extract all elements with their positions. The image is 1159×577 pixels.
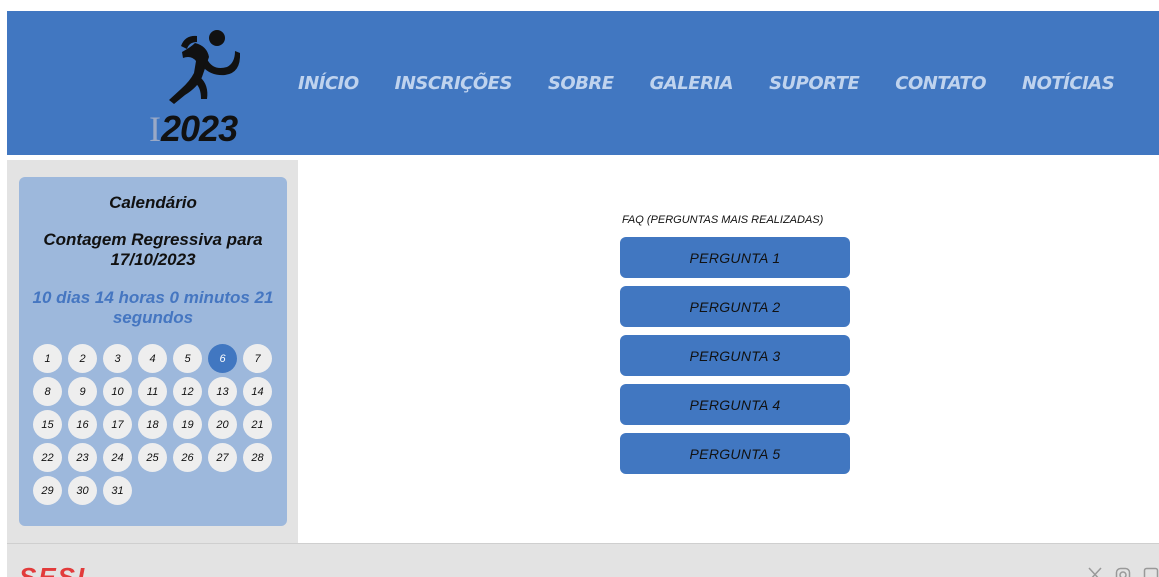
nav-inicio[interactable]: INÍCIO	[298, 73, 359, 94]
calendar-day[interactable]: 8	[33, 377, 62, 406]
logo-year: I2023	[149, 108, 238, 150]
facebook-icon[interactable]	[1143, 567, 1159, 577]
calendar-day[interactable]: 27	[208, 443, 237, 472]
calendar-day[interactable]: 20	[208, 410, 237, 439]
countdown-label: Contagem Regressiva para 17/10/2023	[43, 230, 263, 269]
nav-inscricoes[interactable]: INSCRIÇÕES	[395, 73, 513, 94]
calendar-day[interactable]: 5	[173, 344, 202, 373]
calendar-day[interactable]: 7	[243, 344, 272, 373]
sesi-logo-text: SESI	[19, 564, 139, 577]
calendar-card: Calendário Contagem Regressiva para 17/1…	[19, 177, 287, 526]
calendar-day[interactable]: 28	[243, 443, 272, 472]
faq-question-2[interactable]: PERGUNTA 2	[620, 286, 850, 327]
calendar-day[interactable]: 2	[68, 344, 97, 373]
faq-question-1[interactable]: PERGUNTA 1	[620, 237, 850, 278]
calendar-day[interactable]: 11	[138, 377, 167, 406]
nav-noticias[interactable]: NOTÍCIAS	[1022, 73, 1115, 94]
calendar-day[interactable]: 16	[68, 410, 97, 439]
calendar-day[interactable]: 22	[33, 443, 62, 472]
footer: SESI	[7, 543, 1159, 577]
calendar-day-today[interactable]: 6	[208, 344, 237, 373]
nav-sobre[interactable]: SOBRE	[548, 73, 614, 94]
calendar-day[interactable]: 13	[208, 377, 237, 406]
faq-title: FAQ (PERGUNTAS MAIS REALIZADAS)	[622, 214, 824, 226]
calendar-day[interactable]: 31	[103, 476, 132, 505]
calendar-day[interactable]: 24	[103, 443, 132, 472]
calendar-day[interactable]: 10	[103, 377, 132, 406]
calendar-day[interactable]: 14	[243, 377, 272, 406]
calendar-day[interactable]: 19	[173, 410, 202, 439]
instagram-icon[interactable]	[1115, 567, 1131, 577]
calendar-title: Calendário	[109, 193, 197, 212]
calendar-day[interactable]: 15	[33, 410, 62, 439]
sesi-logo[interactable]: SESI	[19, 564, 139, 577]
calendar-day[interactable]: 23	[68, 443, 97, 472]
calendar-day[interactable]: 12	[173, 377, 202, 406]
header: I2023 INÍCIO INSCRIÇÕES SOBRE GALERIA SU…	[7, 11, 1159, 155]
calendar-day[interactable]: 3	[103, 344, 132, 373]
nav-suporte[interactable]: SUPORTE	[769, 73, 860, 94]
nav-galeria[interactable]: GALERIA	[650, 73, 734, 94]
faq-list: PERGUNTA 1 PERGUNTA 2 PERGUNTA 3 PERGUNT…	[620, 237, 850, 482]
calendar-day[interactable]: 17	[103, 410, 132, 439]
logo-year-text: 2023	[161, 108, 238, 149]
calendar-day[interactable]: 1	[33, 344, 62, 373]
x-icon[interactable]	[1087, 567, 1103, 577]
main-nav: INÍCIO INSCRIÇÕES SOBRE GALERIA SUPORTE …	[298, 73, 1150, 94]
faq-question-4[interactable]: PERGUNTA 4	[620, 384, 850, 425]
calendar-day[interactable]: 18	[138, 410, 167, 439]
calendar-day[interactable]: 30	[68, 476, 97, 505]
calendar-day[interactable]: 29	[33, 476, 62, 505]
calendar-days: 1 2 3 4 5 6 7 8 9 10 11 12 13 14 15 16 17 18 19 20 21 22 23 24 2…	[33, 344, 278, 505]
countdown-value: 10 dias 14 horas 0 minutos 21 segundos	[32, 288, 274, 327]
page: I2023 INÍCIO INSCRIÇÕES SOBRE GALERIA SU…	[0, 0, 1159, 577]
calendar-day[interactable]: 26	[173, 443, 202, 472]
logo-bar: I	[149, 109, 161, 149]
event-logo[interactable]: I2023	[145, 29, 255, 149]
nav-contato[interactable]: CONTATO	[895, 73, 986, 94]
calendar-day[interactable]: 25	[138, 443, 167, 472]
faq-question-3[interactable]: PERGUNTA 3	[620, 335, 850, 376]
calendar-day[interactable]: 21	[243, 410, 272, 439]
runner-icon	[169, 30, 241, 104]
social-links	[1087, 567, 1159, 577]
calendar-day[interactable]: 9	[68, 377, 97, 406]
calendar-day[interactable]: 4	[138, 344, 167, 373]
faq-question-5[interactable]: PERGUNTA 5	[620, 433, 850, 474]
